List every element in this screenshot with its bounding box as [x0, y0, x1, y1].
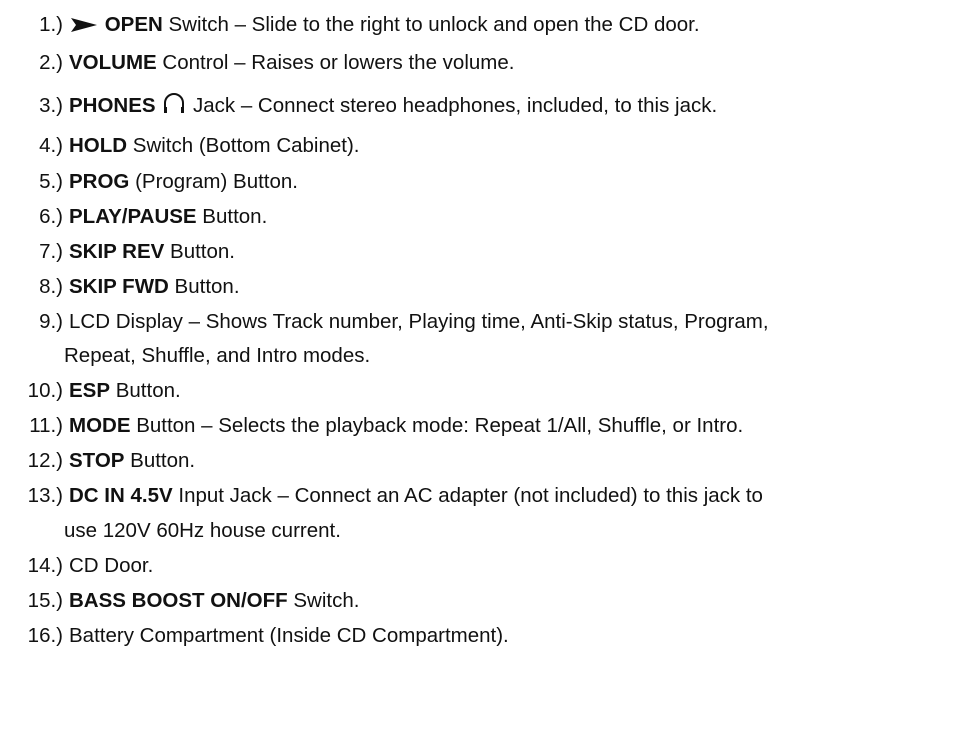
list-item: 2.) VOLUME Control – Raises or lowers the…: [0, 47, 953, 78]
item-number: 12.): [27, 449, 63, 472]
list-item: 4.) HOLD Switch (Bottom Cabinet).: [0, 130, 953, 161]
item-text: CD Door.: [63, 550, 153, 581]
item-text: STOP Button.: [63, 445, 195, 476]
list-item: 12.) STOP Button.: [0, 445, 953, 476]
item-text: SKIP FWD Button.: [63, 271, 240, 302]
item-number: 8.): [39, 275, 63, 298]
item-text: PROG (Program) Button.: [63, 166, 298, 197]
item-text: PHONES Jack – Connect stereo headphones,…: [63, 90, 717, 124]
item-number: 4.): [39, 134, 63, 157]
item-text: OPEN Switch – Slide to the right to unlo…: [63, 9, 700, 43]
item-number: 11.): [29, 414, 63, 437]
list-item: 16.) Battery Compartment (Inside CD Compa…: [0, 620, 953, 651]
item-description: Input Jack – Connect an AC adapter (not …: [172, 484, 763, 507]
list-item: 13.) DC IN 4.5V Input Jack – Connect an A…: [0, 480, 953, 511]
item-description: Button.: [164, 240, 235, 263]
item-description: Button.: [110, 379, 181, 402]
list-item: 6.) PLAY/PAUSE Button.: [0, 201, 953, 232]
item-text: VOLUME Control – Raises or lowers the vo…: [63, 47, 514, 78]
list-item: 15.) BASS BOOST ON/OFF Switch.: [0, 585, 953, 616]
item-number: 6.): [39, 205, 63, 228]
item-text: DC IN 4.5V Input Jack – Connect an AC ad…: [63, 480, 763, 511]
item-label: VOLUME: [69, 51, 157, 74]
list-item: 14.) CD Door.: [0, 550, 953, 581]
list-item: 5.) PROG (Program) Button.: [0, 166, 953, 197]
item-number: 9.): [39, 310, 63, 333]
item-number: 3.): [39, 94, 63, 117]
item-description: Button.: [168, 275, 240, 298]
item-description: (Program) Button.: [129, 170, 298, 193]
list-item: 10.) ESP Button.: [0, 375, 953, 406]
item-description: Switch.: [287, 589, 360, 612]
list-item: 1.) OPEN Switch – Slide to the right to …: [0, 9, 953, 43]
item-text: MODE Button – Selects the playback mode:…: [63, 410, 743, 441]
item-description-line-2: Repeat, Shuffle, and Intro modes.: [64, 344, 371, 367]
headphones-icon: [161, 91, 187, 124]
item-number: 14.): [27, 554, 63, 577]
item-label: HOLD: [69, 134, 128, 157]
item-number: 10.): [27, 379, 63, 402]
item-label: PHONES: [69, 94, 156, 117]
item-description: Button.: [196, 205, 268, 228]
item-description: Battery Compartment (Inside CD Compartme…: [69, 624, 509, 647]
item-description: Button.: [124, 449, 196, 472]
play-arrow-icon: [69, 12, 99, 43]
item-number: 5.): [39, 170, 63, 193]
item-label: MODE: [69, 414, 131, 437]
item-number: 16.): [27, 624, 63, 647]
item-text: LCD Display – Shows Track number, Playin…: [63, 306, 769, 337]
list-item: 3.) PHONES Jack – Connect stereo headphon…: [0, 90, 953, 124]
item-description: Button – Selects the playback mode: Repe…: [130, 414, 744, 437]
item-description: LCD Display – Shows Track number, Playin…: [69, 310, 769, 333]
item-description: Switch (Bottom Cabinet).: [127, 134, 360, 157]
item-description: Switch – Slide to the right to unlock an…: [162, 13, 700, 36]
item-label: STOP: [69, 449, 125, 472]
item-label: ESP: [69, 379, 111, 402]
item-description: Jack – Connect stereo headphones, includ…: [187, 94, 718, 117]
item-text: PLAY/PAUSE Button.: [63, 201, 267, 232]
item-label: PROG: [69, 170, 130, 193]
item-number: 7.): [39, 240, 63, 263]
item-label: SKIP REV: [69, 240, 165, 263]
item-number: 13.): [27, 484, 63, 507]
list-item: 11.) MODE Button – Selects the playback m…: [0, 410, 953, 441]
item-description: CD Door.: [69, 554, 154, 577]
item-description: Control – Raises or lowers the volume.: [156, 51, 515, 74]
item-number: 1.): [39, 13, 63, 36]
item-number: 2.): [39, 51, 63, 74]
list-item: 9.) LCD Display – Shows Track number, Pla…: [0, 306, 953, 337]
item-label: DC IN 4.5V: [69, 484, 173, 507]
item-text: BASS BOOST ON/OFF Switch.: [63, 585, 359, 616]
list-item: 8.) SKIP FWD Button.: [0, 271, 953, 302]
item-label: OPEN: [104, 13, 163, 36]
item-description-line-2: use 120V 60Hz house current.: [64, 519, 341, 542]
item-text: SKIP REV Button.: [63, 236, 235, 267]
item-label: SKIP FWD: [69, 275, 169, 298]
item-number: 15.): [27, 589, 63, 612]
item-label: BASS BOOST ON/OFF: [69, 589, 288, 612]
item-label: PLAY/PAUSE: [69, 205, 197, 228]
item-text: HOLD Switch (Bottom Cabinet).: [63, 130, 360, 161]
item-text: Battery Compartment (Inside CD Compartme…: [63, 620, 509, 651]
item-text: ESP Button.: [63, 375, 181, 406]
list-item: 7.) SKIP REV Button.: [0, 236, 953, 267]
